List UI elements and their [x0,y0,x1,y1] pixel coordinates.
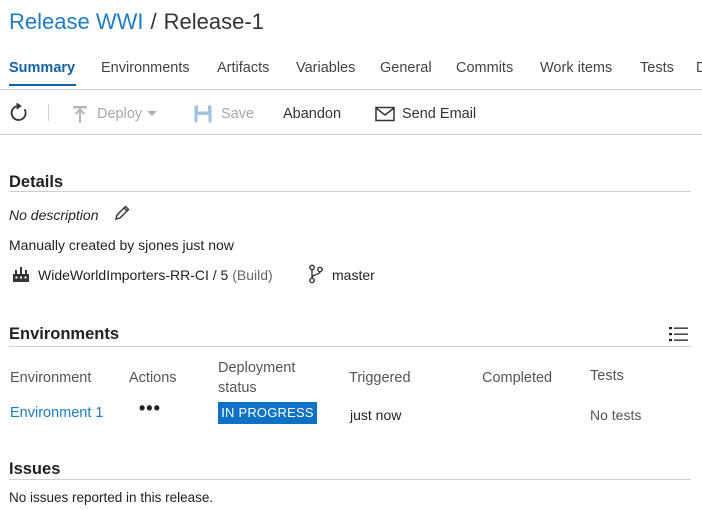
column-header-triggered: Triggered [349,370,411,386]
toolbar-divider [0,134,702,135]
details-heading: Details [9,173,64,191]
page-title: Release-1 [163,9,264,34]
details-divider [9,191,691,192]
list-view-button[interactable] [669,326,688,342]
tests-status: No tests [590,407,642,423]
triggered-time: just now [350,407,402,423]
edit-description-button[interactable] [113,204,131,222]
pencil-icon [115,205,130,220]
artifact-link[interactable]: WideWorldImporters-RR-CI / 5 (Build) [38,266,273,284]
tab-work-items[interactable]: Work items [540,59,612,77]
refresh-icon [10,103,27,121]
description-text: No description [9,207,99,223]
tab-tests[interactable]: Tests [640,59,674,77]
deploy-button[interactable]: Deploy [70,104,158,124]
breadcrumb-release-definition-link[interactable]: Release WWI [9,9,143,34]
column-header-environment: Environment [10,370,92,386]
issues-heading: Issues [9,460,61,478]
artifact-type: (Build) [232,267,273,283]
artifact-name: WideWorldImporters-RR-CI / 5 [38,267,229,283]
mail-icon [375,106,395,122]
list-icon [669,327,688,342]
build-icon [12,265,30,283]
environment-link[interactable]: Environment 1 [10,405,104,421]
column-header-deployment-status-line2: status [218,380,257,396]
more-actions-button[interactable]: ••• [139,398,161,419]
tab-variables[interactable]: Variables [296,59,355,77]
deploy-icon [73,106,87,123]
save-label: Save [221,106,255,122]
tab-general[interactable]: General [380,59,432,77]
column-header-deployment-status-line1: Deployment [218,360,296,376]
breadcrumb-separator: / [150,9,157,34]
column-header-completed: Completed [482,370,553,386]
tabs-divider [0,89,702,90]
breadcrumb: Release WWI / Release-1 [9,8,264,36]
environments-heading: Environments [9,325,120,343]
created-by-text: Manually created by sjones just now [9,237,234,253]
refresh-button[interactable] [9,103,29,123]
column-header-actions: Actions [129,370,177,386]
tab-summary[interactable]: Summary [9,59,75,77]
save-button[interactable]: Save [193,104,254,124]
abandon-label: Abandon [283,106,342,122]
send-email-label: Send Email [402,106,477,122]
issues-message: No issues reported in this release. [9,490,214,505]
toolbar-separator [48,104,49,121]
abandon-button[interactable]: Abandon [283,104,341,124]
branch-icon [308,264,324,284]
deploy-label: Deploy [97,106,143,122]
tab-environments[interactable]: Environments [101,59,190,77]
chevron-down-icon [147,111,158,116]
branch-name[interactable]: master [332,266,375,284]
environments-divider [9,346,691,347]
issues-divider [9,479,691,480]
column-header-tests: Tests [590,368,624,384]
save-icon [194,105,212,123]
active-tab-indicator [9,84,76,86]
tab-overflow[interactable]: D [696,59,702,77]
status-badge: IN PROGRESS [218,402,317,424]
send-email-button[interactable]: Send Email [375,104,476,124]
tab-artifacts[interactable]: Artifacts [217,59,269,77]
tab-commits[interactable]: Commits [456,59,513,77]
